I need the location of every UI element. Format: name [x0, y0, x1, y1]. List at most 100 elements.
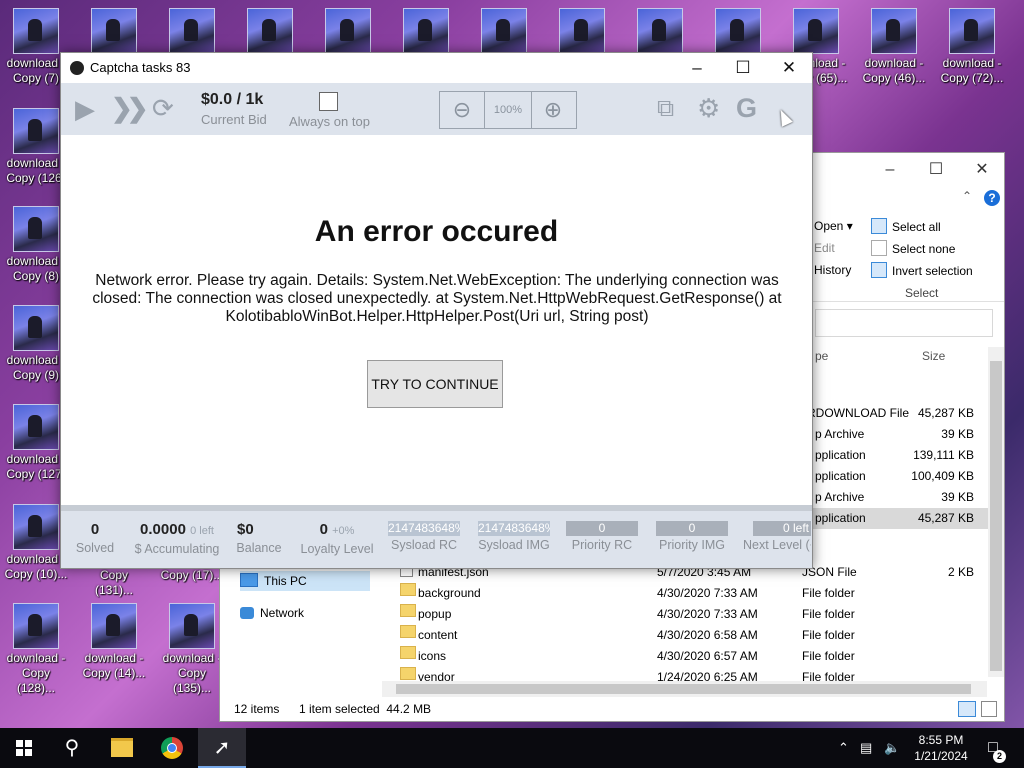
file-row[interactable]: content 4/30/2020 6:58 AM File folder — [220, 625, 990, 646]
row-size: 39 KB — [941, 490, 974, 504]
desktop-icon[interactable]: download - Copy (72)... — [938, 8, 1006, 86]
edit-button[interactable]: Edit — [814, 240, 835, 256]
file-row[interactable]: icons 4/30/2020 6:57 AM File folder — [220, 646, 990, 667]
fast-forward-icon[interactable]: ❯❯ — [111, 94, 148, 122]
history-button[interactable]: History — [814, 262, 851, 278]
zoom-out-icon[interactable]: ⊖ — [440, 92, 484, 128]
current-bid-value: $0.0 / 1k — [201, 91, 264, 108]
volume-muted-icon[interactable]: 🔈 — [884, 728, 900, 768]
row-type: RDOWNLOAD File — [807, 406, 910, 420]
row-type: pplication — [815, 511, 866, 525]
desktop-icon[interactable] — [548, 8, 616, 54]
next-level-label: Next Level (+ — [743, 538, 811, 552]
maximize-button[interactable]: ☐ — [720, 53, 766, 83]
stat-priority-rc: 0 Priority RC — [565, 521, 639, 554]
accumulating-left: 0 left — [190, 525, 214, 537]
show-hidden-icons-button[interactable]: ⌃ — [838, 728, 849, 768]
help-icon[interactable]: ? — [984, 190, 1000, 206]
file-explorer-taskbar-button[interactable] — [98, 728, 146, 768]
gear-icon[interactable]: ⚙ — [697, 94, 720, 122]
search-button[interactable]: ⚲ — [48, 728, 96, 768]
close-button[interactable]: ✕ — [766, 53, 812, 83]
folder-icon — [111, 738, 133, 757]
close-button[interactable]: ✕ — [962, 157, 1002, 183]
file-name: popup — [418, 607, 452, 621]
desktop-icon[interactable]: download - Copy (14)... — [80, 603, 148, 681]
desktop-icon[interactable] — [80, 8, 148, 54]
select-none-label: Select none — [892, 242, 956, 256]
network-tray-icon[interactable]: ▤ — [860, 728, 872, 768]
desktop-icon[interactable] — [626, 8, 694, 54]
desktop-icon[interactable] — [704, 8, 772, 54]
play-icon[interactable]: ▶ — [75, 95, 95, 123]
file-thumbnail-icon — [13, 603, 59, 649]
desktop-icon[interactable] — [470, 8, 538, 54]
details-view-icon[interactable] — [958, 701, 976, 717]
balance-label: Balance — [236, 541, 282, 555]
desktop-icon[interactable] — [236, 8, 304, 54]
item-count: 12 items — [234, 702, 280, 716]
row-type: pplication — [815, 448, 866, 462]
file-date: 4/30/2020 6:58 AM — [657, 628, 758, 642]
file-row[interactable]: background 4/30/2020 7:33 AM File folder — [220, 583, 990, 604]
desktop-icon[interactable]: download - Copy (135)... — [158, 603, 226, 696]
zoom-level: 100% — [484, 92, 532, 128]
stat-priority-img: 0 Priority IMG — [655, 521, 729, 554]
ribbon-collapse-icon[interactable]: ⌃ — [962, 189, 972, 203]
balance-value: $0 — [237, 521, 254, 538]
invert-selection-button[interactable]: Invert selection — [871, 262, 973, 279]
file-thumbnail-icon — [715, 8, 761, 54]
maximize-button[interactable]: ☐ — [916, 157, 956, 183]
file-thumbnail-icon — [13, 504, 59, 550]
clock[interactable]: 8:55 PM 1/21/2024 — [906, 732, 976, 764]
captcha-titlebar: Captcha tasks 83 – ☐ ✕ — [61, 53, 812, 83]
loyalty-value: 0 — [319, 521, 328, 538]
file-row[interactable]: popup 4/30/2020 7:33 AM File folder — [220, 604, 990, 625]
file-type: File folder — [802, 586, 855, 600]
google-icon[interactable]: G — [736, 94, 757, 122]
file-date: 4/30/2020 7:33 AM — [657, 607, 758, 621]
desktop-icon[interactable] — [158, 8, 226, 54]
desktop-icon-label: Copy (17)... — [160, 568, 224, 582]
zoom-controls: ⊖ 100% ⊕ — [439, 91, 577, 129]
horizontal-scrollbar[interactable] — [382, 681, 987, 697]
always-on-top-checkbox[interactable] — [319, 92, 338, 111]
captcha-app-taskbar-button[interactable]: ➚ — [198, 728, 246, 768]
chrome-taskbar-button[interactable] — [148, 728, 196, 768]
large-icons-view-icon[interactable] — [981, 701, 997, 717]
new-window-icon[interactable]: ⧉ — [657, 95, 674, 123]
file-row[interactable]: vendor 1/24/2020 6:25 AM File folder — [220, 667, 990, 681]
column-header-size[interactable]: Size — [922, 349, 945, 363]
file-name: background — [418, 586, 481, 600]
open-button[interactable]: Open ▾ — [814, 218, 853, 234]
windows-logo-icon — [16, 740, 32, 756]
file-date: 4/30/2020 7:33 AM — [657, 586, 758, 600]
file-name: vendor — [418, 670, 455, 681]
start-button[interactable] — [0, 728, 48, 768]
desktop-icon[interactable]: download - Copy (128)... — [2, 603, 70, 696]
desktop-icon[interactable] — [392, 8, 460, 54]
desktop-icon[interactable] — [314, 8, 382, 54]
file-name: content — [418, 628, 458, 642]
refresh-icon[interactable]: ⟳ — [152, 94, 174, 122]
row-size: 139,111 KB — [913, 448, 974, 462]
file-type: File folder — [802, 670, 855, 681]
minimize-button[interactable]: – — [870, 157, 910, 183]
select-none-button[interactable]: Select none — [871, 240, 955, 257]
scrollbar-thumb[interactable] — [990, 361, 1002, 671]
zoom-in-icon[interactable]: ⊕ — [531, 92, 575, 128]
select-all-button[interactable]: Select all — [871, 218, 941, 235]
minimize-button[interactable]: – — [674, 53, 720, 83]
try-to-continue-button[interactable]: TRY TO CONTINUE — [367, 360, 503, 408]
vertical-scrollbar[interactable] — [988, 347, 1004, 677]
clock-time: 8:55 PM — [918, 733, 964, 747]
file-date: 1/24/2020 6:25 AM — [657, 670, 758, 681]
error-message: Network error. Please try again. Details… — [92, 272, 782, 325]
solved-label: Solved — [75, 541, 115, 555]
search-box[interactable] — [815, 309, 993, 337]
desktop-icon[interactable]: download - Copy (46)... — [860, 8, 928, 86]
column-header-type[interactable]: pe — [815, 349, 828, 363]
desktop-icon-label: download - Copy (128)... — [6, 651, 66, 695]
scrollbar-thumb[interactable] — [396, 684, 971, 694]
chrome-icon — [161, 737, 183, 759]
